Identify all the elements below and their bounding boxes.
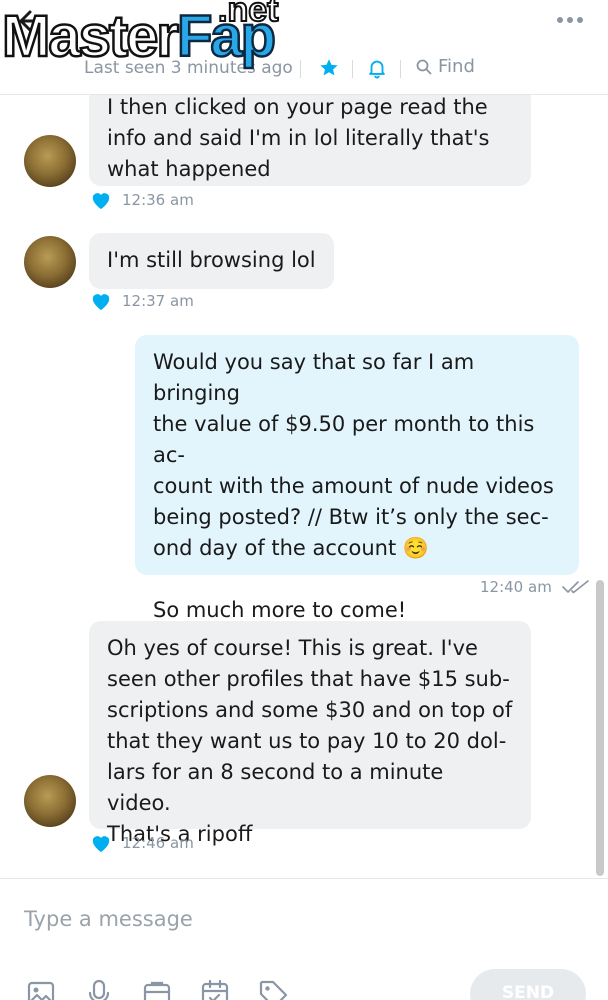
message-bubble-incoming: I'm still browsing lol	[89, 233, 334, 289]
message-bubble-incoming: Oh yes of course! This is great. I've se…	[89, 621, 531, 846]
find-button[interactable]: Find	[416, 56, 475, 77]
image-icon[interactable]	[26, 979, 56, 1000]
double-check-icon	[562, 580, 589, 594]
chat-header: Last seen 3 minutes ago Find MasterFap .n…	[0, 0, 608, 95]
message-bubble-incoming: I then clicked on your page read the inf…	[89, 95, 531, 186]
heart-icon[interactable]	[90, 190, 112, 210]
message-thread[interactable]: I then clicked on your page read the inf…	[0, 95, 608, 878]
heart-icon[interactable]	[90, 833, 112, 853]
header-divider	[300, 60, 301, 78]
heart-icon[interactable]	[90, 291, 112, 311]
message-time: 12:36 am	[122, 191, 194, 209]
message-meta: 12:37 am	[90, 291, 194, 311]
star-icon[interactable]	[318, 57, 340, 79]
message-composer: SEND	[0, 878, 608, 1000]
message-input[interactable]	[24, 903, 544, 935]
avatar[interactable]	[24, 236, 76, 288]
message-meta: 12:46 am	[90, 833, 194, 853]
microphone-icon[interactable]	[84, 979, 114, 1000]
avatar[interactable]	[24, 135, 76, 187]
message-bubble-outgoing: Would you say that so far I am bringing …	[135, 335, 579, 622]
calendar-icon[interactable]	[200, 979, 230, 1000]
bell-icon[interactable]	[366, 57, 388, 79]
avatar[interactable]	[24, 775, 76, 827]
send-button[interactable]: SEND	[470, 969, 586, 1000]
message-time: 12:37 am	[122, 292, 194, 310]
search-icon	[416, 59, 432, 74]
message-meta: 12:36 am	[90, 190, 194, 210]
find-label: Find	[438, 56, 475, 77]
message-meta: 12:40 am	[480, 578, 590, 596]
scrollbar[interactable]	[596, 580, 604, 876]
more-icon[interactable]	[554, 10, 586, 30]
vault-icon[interactable]	[142, 979, 172, 1000]
message-time: 12:46 am	[122, 834, 194, 852]
header-divider	[352, 60, 353, 78]
price-tag-icon[interactable]	[258, 979, 288, 1000]
message-time: 12:40 am	[480, 578, 552, 596]
header-divider	[400, 60, 401, 78]
watermark-logo: MasterFap .net	[1, 0, 280, 70]
